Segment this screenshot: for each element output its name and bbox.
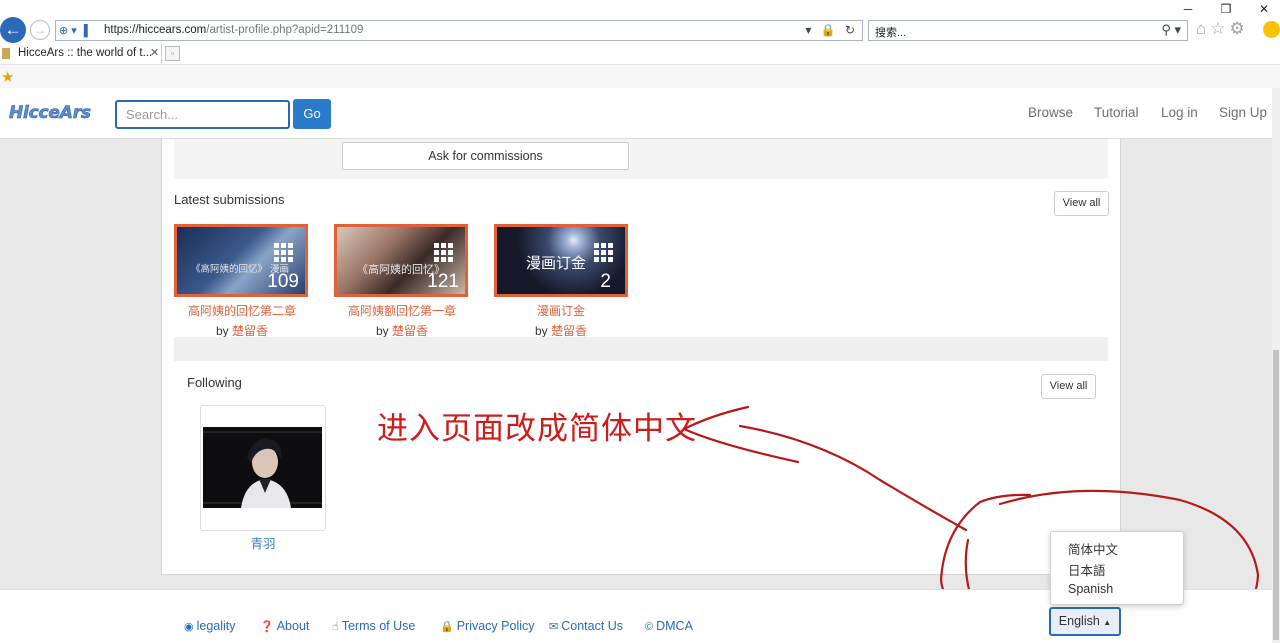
smiley-icon[interactable] bbox=[1263, 21, 1280, 38]
caret-up-icon: ▲ bbox=[1103, 618, 1112, 627]
close-tab-icon[interactable]: ✕ bbox=[150, 46, 159, 59]
submission-title-3[interactable]: 漫画订金 bbox=[461, 302, 661, 319]
annotation-text: 进入页面改成简体中文 bbox=[377, 411, 697, 447]
language-select-button[interactable]: English ▲ bbox=[1049, 607, 1121, 636]
tab-favicon-icon bbox=[2, 48, 10, 59]
lock-refresh-icons[interactable]: ▾ 🔒 ↻ bbox=[805, 23, 858, 37]
site-logo[interactable]: HicceArs bbox=[9, 103, 92, 124]
footer-terms[interactable]: ☝ Terms of Use bbox=[332, 619, 415, 633]
following-title: Following bbox=[187, 375, 242, 390]
commission-area bbox=[174, 139, 1108, 179]
view-all-submissions-button[interactable]: View all bbox=[1054, 191, 1109, 216]
nav-signup[interactable]: Sign Up bbox=[1219, 105, 1267, 120]
submission-thumb-2[interactable]: 《高阿姨的回忆》 121 bbox=[334, 224, 468, 297]
site-icon: ⊕ ▾ ▐ bbox=[59, 25, 88, 37]
back-button[interactable]: ← bbox=[0, 17, 26, 43]
search-input[interactable]: Search... bbox=[115, 100, 290, 129]
hand-icon: ☝ bbox=[332, 621, 339, 633]
footer-privacy[interactable]: 🔒 Privacy Policy bbox=[440, 619, 535, 633]
gallery-grid-icon bbox=[594, 243, 613, 262]
forward-button[interactable]: → bbox=[30, 20, 50, 40]
avatar-art bbox=[203, 427, 322, 508]
search-icon[interactable]: ⚲ ▾ bbox=[1161, 22, 1181, 38]
latest-submissions-title: Latest submissions bbox=[174, 192, 285, 207]
following-name[interactable]: 青羽 bbox=[200, 533, 326, 552]
language-dropdown-menu: 简体中文 日本語 Spanish bbox=[1050, 531, 1184, 605]
view-all-following-button[interactable]: View all bbox=[1041, 374, 1096, 399]
image-count: 2 bbox=[600, 271, 611, 292]
image-count: 121 bbox=[427, 271, 459, 292]
close-window-button[interactable]: ✕ bbox=[1246, 0, 1280, 18]
envelope-icon: ✉ bbox=[549, 621, 559, 633]
submission-thumb-3[interactable]: 漫画订金 2 bbox=[494, 224, 628, 297]
footer-dmca[interactable]: © DMCA bbox=[645, 619, 693, 633]
gallery-grid-icon bbox=[274, 243, 293, 262]
gallery-grid-icon bbox=[434, 243, 453, 262]
new-tab-button[interactable]: ▫ bbox=[165, 46, 180, 61]
lang-option-spanish[interactable]: Spanish bbox=[1068, 582, 1113, 596]
copyright-icon: © bbox=[645, 621, 654, 633]
browser-tab[interactable]: HicceArs :: the world of t... ✕ bbox=[0, 44, 162, 63]
nav-tutorial[interactable]: Tutorial bbox=[1094, 105, 1139, 120]
scrollbar-thumb[interactable] bbox=[1273, 350, 1279, 640]
submission-thumb-1[interactable]: 《高阿姨的回忆》 漫画 109 bbox=[174, 224, 308, 297]
restore-button[interactable]: ❐ bbox=[1208, 0, 1244, 18]
nav-login[interactable]: Log in bbox=[1161, 105, 1198, 120]
following-avatar[interactable] bbox=[203, 427, 322, 508]
go-button[interactable]: Go bbox=[293, 99, 331, 129]
lang-option-simplified-chinese[interactable]: 简体中文 bbox=[1068, 539, 1118, 558]
address-bar[interactable]: ⊕ ▾ ▐ https://hiccears.com/artist-profil… bbox=[55, 20, 863, 41]
footer-about[interactable]: ❓ About bbox=[260, 619, 309, 633]
ask-commission-button[interactable]: Ask for commissions bbox=[342, 142, 629, 170]
minimize-button[interactable]: ─ bbox=[1170, 0, 1206, 18]
section-divider bbox=[174, 337, 1108, 361]
toolbar-icons[interactable]: ⌂☆⚙ bbox=[1196, 19, 1249, 39]
footer-contact[interactable]: ✉ Contact Us bbox=[549, 619, 623, 633]
footer-legality[interactable]: ◉ legality bbox=[184, 619, 236, 633]
question-icon: ❓ bbox=[260, 621, 274, 633]
site-navbar: HicceArs Search... Go Browse Tutorial Lo… bbox=[0, 88, 1272, 139]
globe-icon: ◉ bbox=[184, 621, 194, 633]
lang-option-japanese[interactable]: 日本語 bbox=[1068, 560, 1106, 579]
lock-icon: 🔒 bbox=[440, 621, 454, 633]
favorites-star-icon[interactable]: ★ bbox=[1, 68, 14, 86]
url-text: https://hiccears.com/artist-profile.php?… bbox=[104, 24, 364, 36]
browser-search-box[interactable]: 搜索... ⚲ ▾ bbox=[868, 20, 1188, 41]
nav-browse[interactable]: Browse bbox=[1028, 105, 1073, 120]
favorites-bar: ★ bbox=[0, 64, 1280, 88]
image-count: 109 bbox=[267, 271, 299, 292]
